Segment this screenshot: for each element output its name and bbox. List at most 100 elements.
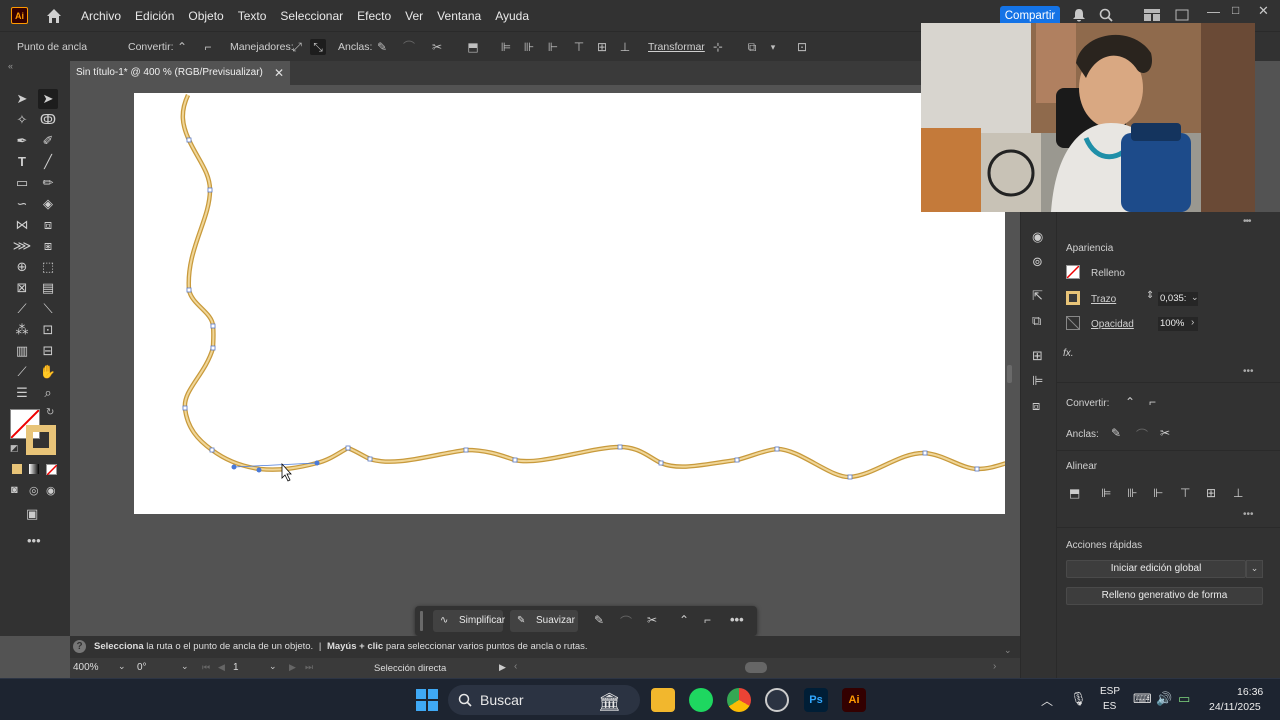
width-tool-icon[interactable]: ⋙ xyxy=(12,236,32,256)
hand-tool-icon[interactable]: ✋ xyxy=(38,362,58,382)
menu-ver[interactable]: Ver xyxy=(405,9,423,23)
align-top-icon[interactable]: ⊤ xyxy=(1180,486,1190,500)
minimize-icon[interactable]: — xyxy=(1207,4,1220,19)
align-center-icon[interactable]: ⊪ xyxy=(1127,486,1137,500)
print-tiling-icon[interactable]: ☰ xyxy=(12,383,32,403)
cut-path-icon[interactable]: ✂ xyxy=(647,613,657,627)
rotate-tool-icon[interactable]: ⋈ xyxy=(12,215,32,235)
convert-corner-icon[interactable]: ⌃ xyxy=(1125,395,1135,409)
chevron-right-icon[interactable]: › xyxy=(1191,317,1194,328)
align-right-icon[interactable]: ⊩ xyxy=(1153,486,1163,500)
close-icon[interactable]: ✕ xyxy=(1258,3,1269,19)
isolate-icon[interactable]: ⬒ xyxy=(465,39,481,55)
menu-ventana[interactable]: Ventana xyxy=(437,9,481,23)
stroke-dropdown-icon[interactable]: ⌄ xyxy=(1191,292,1199,303)
live-paint-icon[interactable]: ⬚ xyxy=(38,257,58,277)
scale-tool-icon[interactable]: ⧈ xyxy=(38,215,58,235)
connect-anchor-icon[interactable]: ⌒ xyxy=(401,39,417,55)
align-top-icon[interactable]: ⊤ xyxy=(571,39,587,55)
simplify-button[interactable]: ∿ Simplificar xyxy=(433,610,505,632)
eyedropper2-icon[interactable]: ⟋ xyxy=(12,362,32,382)
convert-smooth-icon[interactable]: ⌐ xyxy=(1149,395,1156,409)
remove-anchor-icon[interactable]: ✎ xyxy=(594,613,604,627)
volume-icon[interactable]: 🔊 xyxy=(1156,691,1172,707)
shaper-tool-icon[interactable]: ∽ xyxy=(12,194,32,214)
artboard[interactable] xyxy=(134,93,1005,514)
properties-icon[interactable]: ◉ xyxy=(1032,229,1043,245)
swap-icon[interactable]: ↻ xyxy=(46,407,54,418)
stroke-swatch[interactable] xyxy=(26,425,56,455)
convert-corner-icon[interactable]: ⌃ xyxy=(174,39,190,55)
none-mode-icon[interactable] xyxy=(46,464,58,476)
scroll-left-icon[interactable]: ‹ xyxy=(514,661,517,672)
fx-button[interactable]: fx. xyxy=(1063,348,1074,359)
measure-icon[interactable]: ⟍ xyxy=(38,299,58,319)
settings-app-icon[interactable] xyxy=(765,688,789,712)
scroll-right-icon[interactable]: › xyxy=(993,661,996,672)
transform-panel-icon[interactable]: ⊞ xyxy=(1032,348,1043,364)
reference-point-icon[interactable]: ⊹ xyxy=(710,39,726,55)
more-tools-icon[interactable]: ••• xyxy=(27,533,41,548)
taskbar-search-box[interactable]: Buscar 🏛 xyxy=(448,685,640,715)
language-top[interactable]: ESP xyxy=(1100,686,1120,697)
graph-tool-icon[interactable]: ▥ xyxy=(12,341,32,361)
next-artboard-icon[interactable]: ▶ xyxy=(289,662,296,673)
color-mode-icon[interactable] xyxy=(12,464,22,474)
convert-smooth-icon[interactable]: ⌐ xyxy=(704,613,711,627)
menu-edicion[interactable]: Edición xyxy=(135,9,174,23)
tray-chevron-icon[interactable]: ︿ xyxy=(1041,692,1053,709)
global-edit-button[interactable]: Iniciar edición global xyxy=(1066,560,1246,578)
artboard-dropdown-icon[interactable]: ⌄ xyxy=(269,661,277,672)
stroke-swatch-small[interactable] xyxy=(1066,291,1080,305)
generative-fill-button[interactable]: Relleno generativo de forma xyxy=(1066,587,1263,605)
screen-mode-icon[interactable]: ▣ xyxy=(26,506,38,522)
vertical-scrollbar-thumb[interactable] xyxy=(1007,365,1012,383)
search-icon[interactable] xyxy=(1098,7,1114,23)
symbol-sprayer-icon[interactable]: ⁂ xyxy=(12,320,32,340)
align-bottom-icon[interactable]: ⊥ xyxy=(1233,486,1243,500)
gradient-mode-icon[interactable] xyxy=(29,464,39,474)
align-left-icon[interactable]: ⊫ xyxy=(498,39,514,55)
align-to-icon[interactable]: ⬒ xyxy=(1069,486,1080,500)
opacity-label[interactable]: Opacidad xyxy=(1091,319,1134,330)
display-icon[interactable]: ⌨ xyxy=(1133,691,1152,707)
home-icon[interactable] xyxy=(45,7,63,25)
align-center-h-icon[interactable]: ⊪ xyxy=(521,39,537,55)
file-explorer-icon[interactable] xyxy=(651,688,675,712)
align-left-icon[interactable]: ⊫ xyxy=(1101,486,1111,500)
layers-icon[interactable]: ⧉ xyxy=(1032,313,1041,329)
stepper-icon[interactable]: ⇕ xyxy=(1146,290,1154,301)
clock-date[interactable]: 24/11/2025 xyxy=(1209,701,1261,713)
slice-tool-icon[interactable]: ⊟ xyxy=(38,341,58,361)
language-bottom[interactable]: ES xyxy=(1103,701,1116,712)
export-icon[interactable]: ⇱ xyxy=(1032,288,1043,304)
hide-handles-icon[interactable]: ⤡ xyxy=(310,39,326,55)
convert-corner-icon[interactable]: ⌃ xyxy=(679,613,689,627)
illustrator-taskbar-icon[interactable]: Ai xyxy=(842,688,866,712)
window-icon[interactable] xyxy=(1175,9,1189,21)
prev-artboard-icon[interactable]: ◀ xyxy=(218,662,225,673)
arrange-icon[interactable]: ⊡ xyxy=(794,39,810,55)
artboard-tool-icon[interactable]: ⊡ xyxy=(38,320,58,340)
align-right-icon[interactable]: ⊩ xyxy=(545,39,561,55)
path-options-icon[interactable]: ⧉ xyxy=(744,39,760,55)
menu-objeto[interactable]: Objeto xyxy=(188,9,223,23)
chevron-down-icon[interactable]: ▾ xyxy=(765,39,781,55)
align-bottom-icon[interactable]: ⊥ xyxy=(617,39,633,55)
collapse-icon[interactable]: « xyxy=(8,61,13,71)
menu-archivo[interactable]: Archivo xyxy=(81,9,121,23)
lasso-icon[interactable]: ↂ xyxy=(38,110,58,130)
document-tab[interactable]: Sin título-1* @ 400 % (RGB/Previsualizar… xyxy=(70,61,290,85)
more-options-icon[interactable]: ••• xyxy=(730,612,744,627)
menu-texto[interactable]: Texto xyxy=(238,9,267,23)
libraries-icon[interactable]: ⊚ xyxy=(1032,254,1043,270)
bell-icon[interactable] xyxy=(1071,7,1087,23)
menu-seleccionar[interactable]: Seleccionar xyxy=(280,9,343,23)
workspace-icon[interactable] xyxy=(1144,9,1160,21)
type-tool-icon[interactable]: T xyxy=(12,152,32,172)
remove-anchor-icon[interactable]: ✎ xyxy=(1111,426,1121,440)
status-menu-icon[interactable]: ▶ xyxy=(499,662,506,673)
magic-wand-icon[interactable]: ✧ xyxy=(12,110,32,130)
cut-path-icon[interactable]: ✂ xyxy=(1160,426,1170,440)
chrome-icon[interactable] xyxy=(727,688,751,712)
